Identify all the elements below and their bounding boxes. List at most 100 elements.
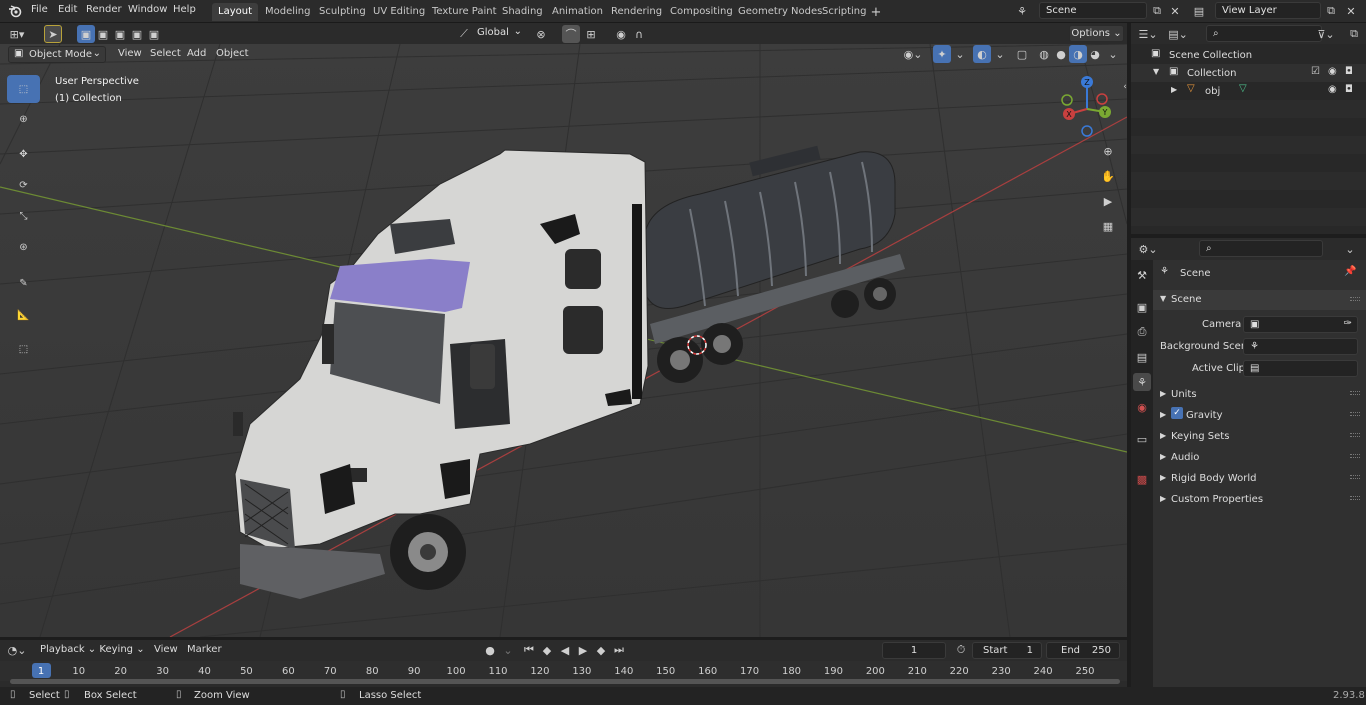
zoom-view-icon[interactable]: ⊕ bbox=[1099, 142, 1117, 160]
properties-search-input[interactable]: ⌕ bbox=[1199, 240, 1323, 257]
menu-window[interactable]: Window bbox=[128, 4, 167, 15]
measure-tool[interactable]: 📐 bbox=[7, 301, 40, 329]
delete-view-layer-icon[interactable]: ✕ bbox=[1342, 2, 1360, 20]
menu-edit[interactable]: Edit bbox=[58, 4, 77, 15]
tab-sculpting[interactable]: Sculpting bbox=[313, 3, 372, 21]
transform-tool[interactable]: ⊛ bbox=[7, 233, 40, 261]
auto-key-dropdown-icon[interactable]: ⌄ bbox=[499, 641, 517, 659]
audio-panel-header[interactable]: ▶ Audio bbox=[1153, 447, 1366, 467]
tab-compositing[interactable]: Compositing bbox=[664, 3, 739, 21]
wireframe-shading-icon[interactable]: ◍ bbox=[1035, 45, 1053, 63]
new-scene-icon[interactable]: ⧉ bbox=[1148, 2, 1166, 20]
start-frame-field[interactable]: Start 1 bbox=[972, 642, 1042, 659]
pin-icon[interactable]: 📌 bbox=[1344, 266, 1356, 277]
properties-editor-type-icon[interactable]: ⚙⌄ bbox=[1138, 240, 1157, 258]
keying-menu[interactable]: Keying ⌄ bbox=[98, 642, 146, 659]
gizmo-toggle-icon[interactable]: ✦ bbox=[933, 45, 951, 63]
gravity-panel-header[interactable]: ▶ ✓ Gravity bbox=[1153, 405, 1366, 425]
viewport-menu-add[interactable]: Add bbox=[187, 48, 206, 59]
tab-modeling[interactable]: Modeling bbox=[259, 3, 317, 21]
timeline-editor-type-icon[interactable]: ◔⌄ bbox=[8, 641, 27, 659]
expand-arrow-icon[interactable]: ▼ bbox=[1153, 67, 1159, 76]
timeline-scrollbar[interactable] bbox=[10, 679, 1120, 684]
drag-handle-icon[interactable] bbox=[1350, 475, 1360, 479]
menu-help[interactable]: Help bbox=[173, 4, 196, 15]
texture-tab-icon[interactable]: ▩ bbox=[1133, 470, 1151, 488]
menu-file[interactable]: File bbox=[31, 4, 48, 15]
snap-target-icon[interactable]: ⊞ bbox=[582, 25, 600, 43]
new-view-layer-icon[interactable]: ⧉ bbox=[1322, 2, 1340, 20]
drag-handle-icon[interactable] bbox=[1350, 412, 1360, 416]
custom-properties-panel-header[interactable]: ▶ Custom Properties bbox=[1153, 489, 1366, 509]
transform-orientation-dropdown[interactable]: Global ⌄ bbox=[471, 25, 525, 42]
navigation-gizmo[interactable]: Z Y X bbox=[1052, 74, 1122, 144]
collection-tab-icon[interactable]: ▭ bbox=[1133, 430, 1151, 448]
camera-icon[interactable]: ◘ bbox=[1345, 84, 1353, 95]
eyedropper-icon[interactable]: ✑ bbox=[1344, 318, 1352, 329]
3d-viewport[interactable]: User Perspective (1) Collection Z Y X ⊕ … bbox=[0, 44, 1127, 637]
scene-tab-icon[interactable]: ⚘ bbox=[1133, 373, 1151, 391]
drag-handle-icon[interactable] bbox=[1350, 391, 1360, 395]
gravity-checkbox[interactable]: ✓ bbox=[1171, 407, 1183, 419]
shading-dropdown-icon[interactable]: ⌄ bbox=[1104, 45, 1122, 63]
delete-scene-icon[interactable]: ✕ bbox=[1166, 2, 1184, 20]
jump-start-icon[interactable]: ⏮ bbox=[520, 641, 538, 659]
world-tab-icon[interactable]: ◉ bbox=[1133, 398, 1151, 416]
drag-handle-icon[interactable] bbox=[1350, 433, 1360, 437]
viewport-menu-object[interactable]: Object bbox=[216, 48, 249, 59]
outliner-row-scene-collection[interactable]: ▣ Scene Collection bbox=[1131, 46, 1366, 64]
tab-geometry-nodes[interactable]: Geometry Nodes bbox=[732, 3, 828, 21]
rendered-shading-icon[interactable]: ◕ bbox=[1086, 45, 1104, 63]
select-tool-icon[interactable]: ➤ bbox=[44, 25, 62, 43]
pan-view-icon[interactable]: ✋ bbox=[1099, 167, 1117, 185]
options-button[interactable]: Options ⌄ bbox=[1069, 25, 1124, 42]
timeline-menu-marker[interactable]: Marker bbox=[187, 644, 222, 655]
outliner-row-obj[interactable]: ▶ ▽ obj ▽ ◉ ◘ bbox=[1131, 82, 1366, 100]
render-tab-icon[interactable]: ▣ bbox=[1133, 298, 1151, 316]
select-mode-subtract-icon[interactable]: ▣ bbox=[111, 25, 129, 43]
jump-end-icon[interactable]: ⏭ bbox=[610, 641, 628, 659]
next-keyframe-icon[interactable]: ◆ bbox=[592, 641, 610, 659]
add-cube-tool[interactable]: ⬚ bbox=[7, 335, 40, 363]
menu-render[interactable]: Render bbox=[86, 4, 122, 15]
keying-sets-panel-header[interactable]: ▶ Keying Sets bbox=[1153, 426, 1366, 446]
tab-shading[interactable]: Shading bbox=[496, 3, 549, 21]
object-mode-dropdown[interactable]: ▣ Object Mode ⌄ bbox=[8, 46, 106, 63]
annotate-tool[interactable]: ✎ bbox=[7, 269, 40, 297]
ortho-toggle-icon[interactable]: ▦ bbox=[1099, 217, 1117, 235]
sidebar-toggle-icon[interactable]: ‹ bbox=[1116, 78, 1127, 96]
blender-logo-icon[interactable] bbox=[6, 2, 24, 20]
tab-animation[interactable]: Animation bbox=[546, 3, 609, 21]
eye-icon[interactable]: ◉ bbox=[1328, 66, 1337, 77]
outliner-search-input[interactable]: ⌕ bbox=[1206, 25, 1322, 42]
outliner-editor-type-icon[interactable]: ☰⌄ bbox=[1138, 25, 1157, 43]
drag-handle-icon[interactable] bbox=[1350, 496, 1360, 500]
tab-uv-editing[interactable]: UV Editing bbox=[367, 3, 431, 21]
display-mode-icon[interactable]: ▤⌄ bbox=[1168, 25, 1188, 43]
move-tool[interactable]: ✥ bbox=[7, 140, 40, 168]
xray-toggle-icon[interactable]: ▢ bbox=[1013, 45, 1031, 63]
properties-options-icon[interactable]: ⌄ bbox=[1341, 240, 1359, 258]
output-tab-icon[interactable]: ⎙ bbox=[1133, 323, 1151, 341]
tab-scripting[interactable]: Scripting bbox=[816, 3, 872, 21]
visibility-filter-icon[interactable]: ◉⌄ bbox=[904, 45, 923, 63]
rotate-tool[interactable]: ⟳ bbox=[7, 171, 40, 199]
material-shading-icon[interactable]: ◑ bbox=[1069, 45, 1087, 63]
cursor-tool[interactable]: ⊕ bbox=[7, 105, 40, 133]
drag-handle-icon[interactable] bbox=[1350, 454, 1360, 458]
proportional-edit-icon[interactable]: ◉ bbox=[612, 25, 630, 43]
active-clip-field[interactable]: ▤ bbox=[1243, 360, 1358, 377]
add-workspace-icon[interactable]: + bbox=[867, 3, 885, 21]
timeline-menu-view[interactable]: View bbox=[154, 644, 178, 655]
gizmo-dropdown-icon[interactable]: ⌄ bbox=[951, 45, 969, 63]
tab-layout[interactable]: Layout bbox=[212, 3, 258, 21]
new-collection-icon[interactable]: ⧉ bbox=[1345, 25, 1363, 43]
exclude-checkbox-icon[interactable]: ☑ bbox=[1311, 66, 1320, 77]
scene-selector-icon[interactable]: ⚘ bbox=[1013, 2, 1031, 20]
view-layer-field[interactable]: View Layer bbox=[1215, 2, 1321, 19]
current-frame-field[interactable]: 1 bbox=[882, 642, 946, 659]
eye-icon[interactable]: ◉ bbox=[1328, 84, 1337, 95]
editor-type-icon[interactable]: ⊞▾ bbox=[8, 25, 26, 43]
rigid-body-world-panel-header[interactable]: ▶ Rigid Body World bbox=[1153, 468, 1366, 488]
select-mode-invert-icon[interactable]: ▣ bbox=[128, 25, 146, 43]
